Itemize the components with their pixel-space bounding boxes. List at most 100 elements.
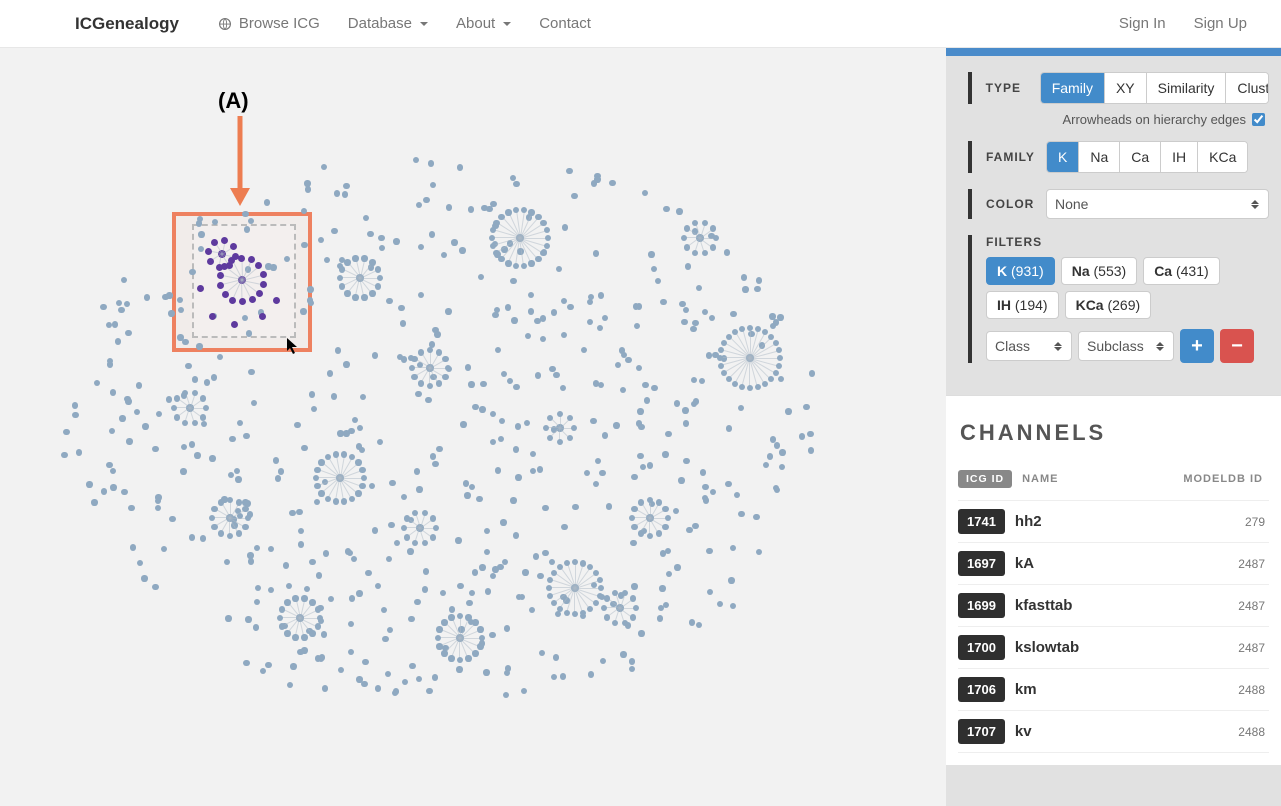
graph-node[interactable] [465, 655, 471, 661]
graph-node[interactable] [185, 363, 191, 369]
graph-node[interactable] [451, 239, 457, 245]
graph-node[interactable] [606, 503, 612, 509]
graph-node[interactable] [218, 530, 224, 536]
graph-node[interactable] [696, 285, 702, 291]
graph-node[interactable] [572, 504, 578, 510]
graph-node[interactable] [777, 314, 783, 320]
graph-node[interactable] [634, 323, 640, 329]
nav-contact[interactable]: Contact [525, 15, 605, 32]
graph-node[interactable] [674, 564, 680, 570]
graph-node[interactable] [521, 263, 527, 269]
graph-node[interactable] [229, 436, 235, 442]
graph-node[interactable] [328, 596, 334, 602]
graph-node[interactable] [739, 326, 745, 332]
graph-node[interactable] [401, 356, 407, 362]
graph-node[interactable] [651, 385, 657, 391]
nav-database[interactable]: Database [334, 15, 442, 32]
graph-node[interactable] [294, 422, 300, 428]
graph-node[interactable] [755, 384, 761, 390]
graph-node[interactable] [681, 235, 687, 241]
graph-node[interactable] [359, 467, 365, 473]
graph-node[interactable] [115, 338, 121, 344]
graph-node[interactable] [620, 387, 626, 393]
graph-node[interactable] [515, 474, 521, 480]
graph-node[interactable] [441, 619, 447, 625]
graph-node[interactable] [540, 250, 546, 256]
graph-node[interactable] [515, 423, 521, 429]
graph-node[interactable] [524, 420, 530, 426]
graph-node[interactable] [779, 449, 785, 455]
graph-node[interactable] [702, 250, 708, 256]
graph-node[interactable] [662, 524, 668, 530]
graph-node[interactable] [609, 180, 615, 186]
graph-node[interactable] [121, 489, 127, 495]
graph-node[interactable] [567, 415, 573, 421]
graph-node[interactable] [432, 674, 438, 680]
graph-node[interactable] [551, 600, 557, 606]
graph-node[interactable] [357, 425, 363, 431]
graph-node[interactable] [551, 570, 557, 576]
graph-node[interactable] [339, 266, 345, 272]
graph-node[interactable] [110, 468, 116, 474]
graph-node[interactable] [268, 546, 274, 552]
graph-node[interactable] [227, 533, 233, 539]
graph-node[interactable] [343, 361, 349, 367]
graph-node[interactable] [547, 577, 553, 583]
graph-node[interactable] [625, 357, 631, 363]
graph-node[interactable] [341, 451, 347, 457]
graph-node[interactable] [479, 564, 485, 570]
graph-node[interactable] [386, 556, 392, 562]
graph-node[interactable] [710, 244, 716, 250]
graph-node[interactable] [638, 530, 644, 536]
graph-node[interactable] [571, 425, 577, 431]
graph-node[interactable] [401, 525, 407, 531]
graph-node[interactable] [490, 439, 496, 445]
graph-node[interactable] [779, 464, 785, 470]
graph-node[interactable] [278, 468, 284, 474]
graph-node[interactable] [333, 498, 339, 504]
graph-node[interactable] [352, 255, 358, 261]
graph-node[interactable] [181, 444, 187, 450]
graph-node[interactable] [275, 475, 281, 481]
graph-node[interactable] [194, 452, 200, 458]
graph-node[interactable] [116, 300, 122, 306]
graph-node[interactable] [686, 527, 692, 533]
graph-node[interactable] [521, 688, 527, 694]
graph-node[interactable] [130, 544, 136, 550]
add-filter-button[interactable]: + [1180, 329, 1214, 363]
graph-node[interactable] [174, 395, 180, 401]
graph-node[interactable] [519, 594, 525, 600]
graph-node[interactable] [665, 515, 671, 521]
graph-node[interactable] [640, 464, 646, 470]
graph-node[interactable] [678, 477, 684, 483]
graph-node[interactable] [118, 307, 124, 313]
graph-node[interactable] [277, 615, 283, 621]
graph-node[interactable] [545, 235, 551, 241]
graph-node[interactable] [196, 343, 202, 349]
graph-node[interactable] [721, 370, 727, 376]
channel-row[interactable]: 1741hh2279 [958, 501, 1269, 543]
graph-node[interactable] [505, 260, 511, 266]
graph-node[interactable] [361, 255, 367, 261]
graph-node[interactable] [248, 558, 254, 564]
graph-node[interactable] [309, 559, 315, 565]
graph-node[interactable] [264, 199, 270, 205]
graph-node[interactable] [200, 535, 206, 541]
graph-node[interactable] [171, 405, 177, 411]
filter-pill-kca[interactable]: KCa (269) [1065, 291, 1152, 319]
graph-node[interactable] [375, 266, 381, 272]
channel-row[interactable]: 1697kA2487 [958, 543, 1269, 585]
graph-node[interactable] [756, 277, 762, 283]
graph-node[interactable] [155, 505, 161, 511]
graph-node[interactable] [279, 606, 285, 612]
graph-canvas[interactable]: (A) [0, 48, 946, 806]
graph-node[interactable] [427, 347, 433, 353]
graph-node[interactable] [301, 634, 307, 640]
graph-node[interactable] [500, 519, 506, 525]
graph-node[interactable] [566, 168, 572, 174]
graph-node[interactable] [197, 285, 204, 292]
graph-node[interactable] [630, 614, 636, 620]
graph-node[interactable] [598, 292, 604, 298]
graph-node[interactable] [247, 552, 253, 558]
graph-node[interactable] [495, 347, 501, 353]
